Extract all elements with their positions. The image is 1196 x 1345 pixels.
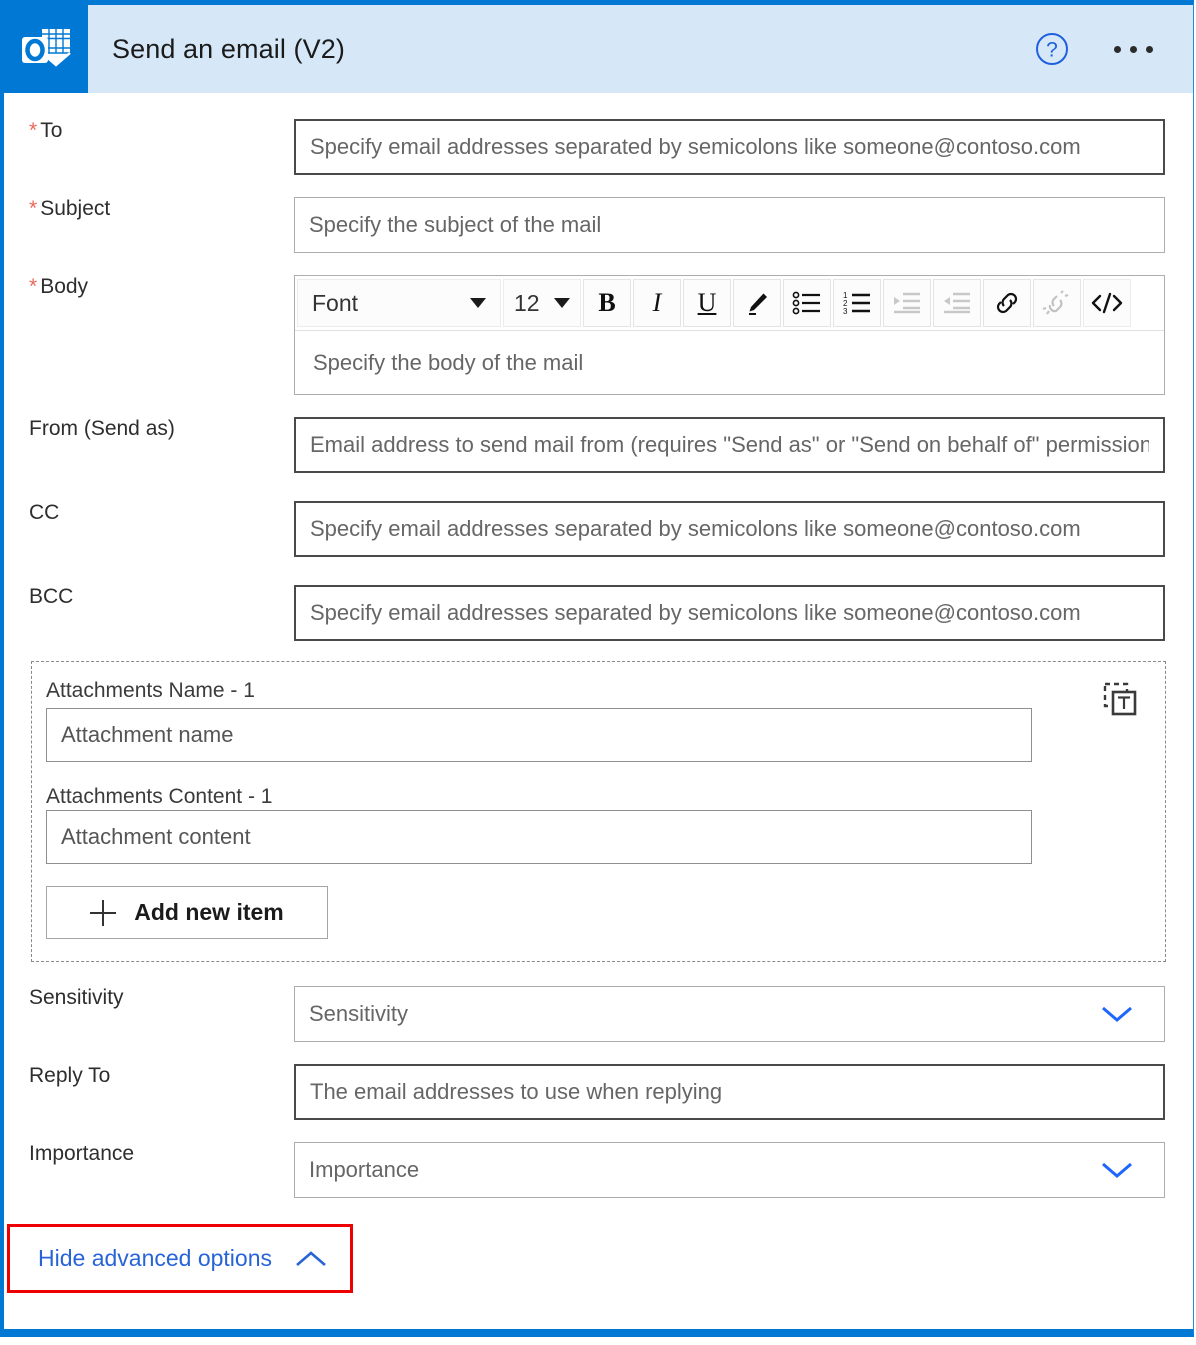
field-row-bcc: BCC Specify email addresses separated by…: [4, 585, 1193, 641]
body-rich-text-editor[interactable]: Font 12 B I U: [294, 275, 1165, 395]
bcc-input[interactable]: Specify email addresses separated by sem…: [294, 585, 1165, 641]
attachments-name-label: Attachments Name - 1: [46, 680, 286, 702]
plus-icon: [90, 900, 116, 926]
hide-advanced-options-highlight: Hide advanced options: [7, 1224, 353, 1293]
italic-glyph: I: [653, 288, 662, 318]
chevron-down-icon: [470, 298, 486, 308]
send-email-action-card: Send an email (V2) ? *To Specify email a…: [0, 0, 1194, 1337]
increase-indent-icon[interactable]: [883, 279, 931, 327]
svg-text:?: ?: [1046, 39, 1058, 62]
attachments-group: Attachments Name - 1 Attachment name Att…: [31, 661, 1166, 962]
field-row-to: *To Specify email addresses separated by…: [4, 119, 1193, 175]
ellipsis-dot: [1114, 46, 1121, 53]
field-row-body: *Body Font 12 B I U: [4, 275, 1193, 395]
rich-text-toolbar: Font 12 B I U: [295, 276, 1164, 330]
field-row-importance: Importance Importance: [4, 1142, 1193, 1198]
ellipsis-dot: [1146, 46, 1153, 53]
attachment-content-input[interactable]: Attachment content: [46, 810, 1032, 864]
chevron-down-icon: [1100, 1005, 1134, 1023]
field-row-reply-to: Reply To The email addresses to use when…: [4, 1064, 1193, 1120]
cc-input[interactable]: Specify email addresses separated by sem…: [294, 501, 1165, 557]
attachment-content-placeholder: Attachment content: [61, 824, 251, 850]
italic-button[interactable]: I: [633, 279, 681, 327]
add-new-item-label: Add new item: [134, 899, 284, 926]
action-form: *To Specify email addresses separated by…: [4, 119, 1193, 1315]
to-input[interactable]: Specify email addresses separated by sem…: [294, 119, 1165, 175]
label-sensitivity: Sensitivity: [4, 986, 294, 1010]
field-row-from: From (Send as) Email address to send mai…: [4, 417, 1193, 473]
field-row-subject: *Subject Specify the subject of the mail: [4, 197, 1193, 253]
chevron-down-icon: [554, 298, 570, 308]
bold-button[interactable]: B: [583, 279, 631, 327]
field-row-sensitivity: Sensitivity Sensitivity: [4, 986, 1193, 1042]
field-row-cc: CC Specify email addresses separated by …: [4, 501, 1193, 557]
svg-text:3: 3: [843, 307, 848, 316]
body-placeholder: Specify the body of the mail: [313, 350, 583, 376]
label-cc: CC: [4, 501, 294, 525]
more-options-ellipsis-icon[interactable]: [1114, 46, 1153, 53]
remove-link-icon[interactable]: [1033, 279, 1081, 327]
bold-glyph: B: [598, 288, 615, 318]
required-asterisk: *: [29, 119, 37, 142]
ellipsis-dot: [1130, 46, 1137, 53]
label-body: *Body: [4, 275, 294, 299]
text-highlight-pen-icon[interactable]: [733, 279, 781, 327]
attachments-content-label: Attachments Content - 1: [46, 786, 296, 808]
body-text-area[interactable]: Specify the body of the mail: [295, 330, 1164, 394]
chevron-up-icon[interactable]: [294, 1250, 328, 1268]
sensitivity-select[interactable]: Sensitivity: [294, 986, 1165, 1042]
advanced-options-area: Hide advanced options: [4, 1224, 1193, 1293]
switch-to-text-mode-icon[interactable]: [1101, 680, 1139, 718]
outlook-icon: [4, 5, 88, 93]
page-title: Send an email (V2): [112, 34, 345, 65]
font-size-value: 12: [514, 290, 540, 317]
importance-placeholder: Importance: [309, 1157, 419, 1183]
reply-to-input[interactable]: The email addresses to use when replying: [294, 1064, 1165, 1120]
insert-link-icon[interactable]: [983, 279, 1031, 327]
label-importance: Importance: [4, 1142, 294, 1166]
label-to: *To: [4, 119, 294, 143]
label-subject: *Subject: [4, 197, 294, 221]
bulleted-list-icon[interactable]: [783, 279, 831, 327]
help-circle-icon[interactable]: ?: [1034, 31, 1070, 67]
add-new-item-button[interactable]: Add new item: [46, 886, 328, 939]
reply-to-placeholder: The email addresses to use when replying: [310, 1079, 722, 1105]
decrease-indent-icon[interactable]: [933, 279, 981, 327]
bottom-spacer: [4, 1293, 1193, 1315]
attachment-name-input[interactable]: Attachment name: [46, 708, 1032, 762]
label-bcc: BCC: [4, 585, 294, 609]
font-family-select[interactable]: Font: [297, 279, 501, 327]
required-asterisk: *: [29, 275, 37, 298]
label-from: From (Send as): [4, 417, 294, 441]
label-reply-to: Reply To: [4, 1064, 294, 1088]
sensitivity-placeholder: Sensitivity: [309, 1001, 408, 1027]
hide-advanced-options-link[interactable]: Hide advanced options: [38, 1245, 272, 1272]
code-view-icon[interactable]: [1083, 279, 1131, 327]
numbered-list-icon[interactable]: 1 2 3: [833, 279, 881, 327]
underline-button[interactable]: U: [683, 279, 731, 327]
attachment-name-placeholder: Attachment name: [61, 722, 233, 748]
font-family-value: Font: [312, 290, 358, 317]
to-placeholder: Specify email addresses separated by sem…: [310, 134, 1081, 160]
bcc-placeholder: Specify email addresses separated by sem…: [310, 600, 1081, 626]
cc-placeholder: Specify email addresses separated by sem…: [310, 516, 1081, 542]
subject-placeholder: Specify the subject of the mail: [309, 212, 601, 238]
from-input[interactable]: Email address to send mail from (require…: [294, 417, 1165, 473]
action-header: Send an email (V2) ?: [4, 5, 1193, 93]
underline-glyph: U: [698, 288, 717, 318]
chevron-down-icon: [1100, 1161, 1134, 1179]
importance-select[interactable]: Importance: [294, 1142, 1165, 1198]
from-placeholder: Email address to send mail from (require…: [310, 432, 1149, 458]
subject-input[interactable]: Specify the subject of the mail: [294, 197, 1165, 253]
required-asterisk: *: [29, 197, 37, 220]
font-size-select[interactable]: 12: [503, 279, 581, 327]
